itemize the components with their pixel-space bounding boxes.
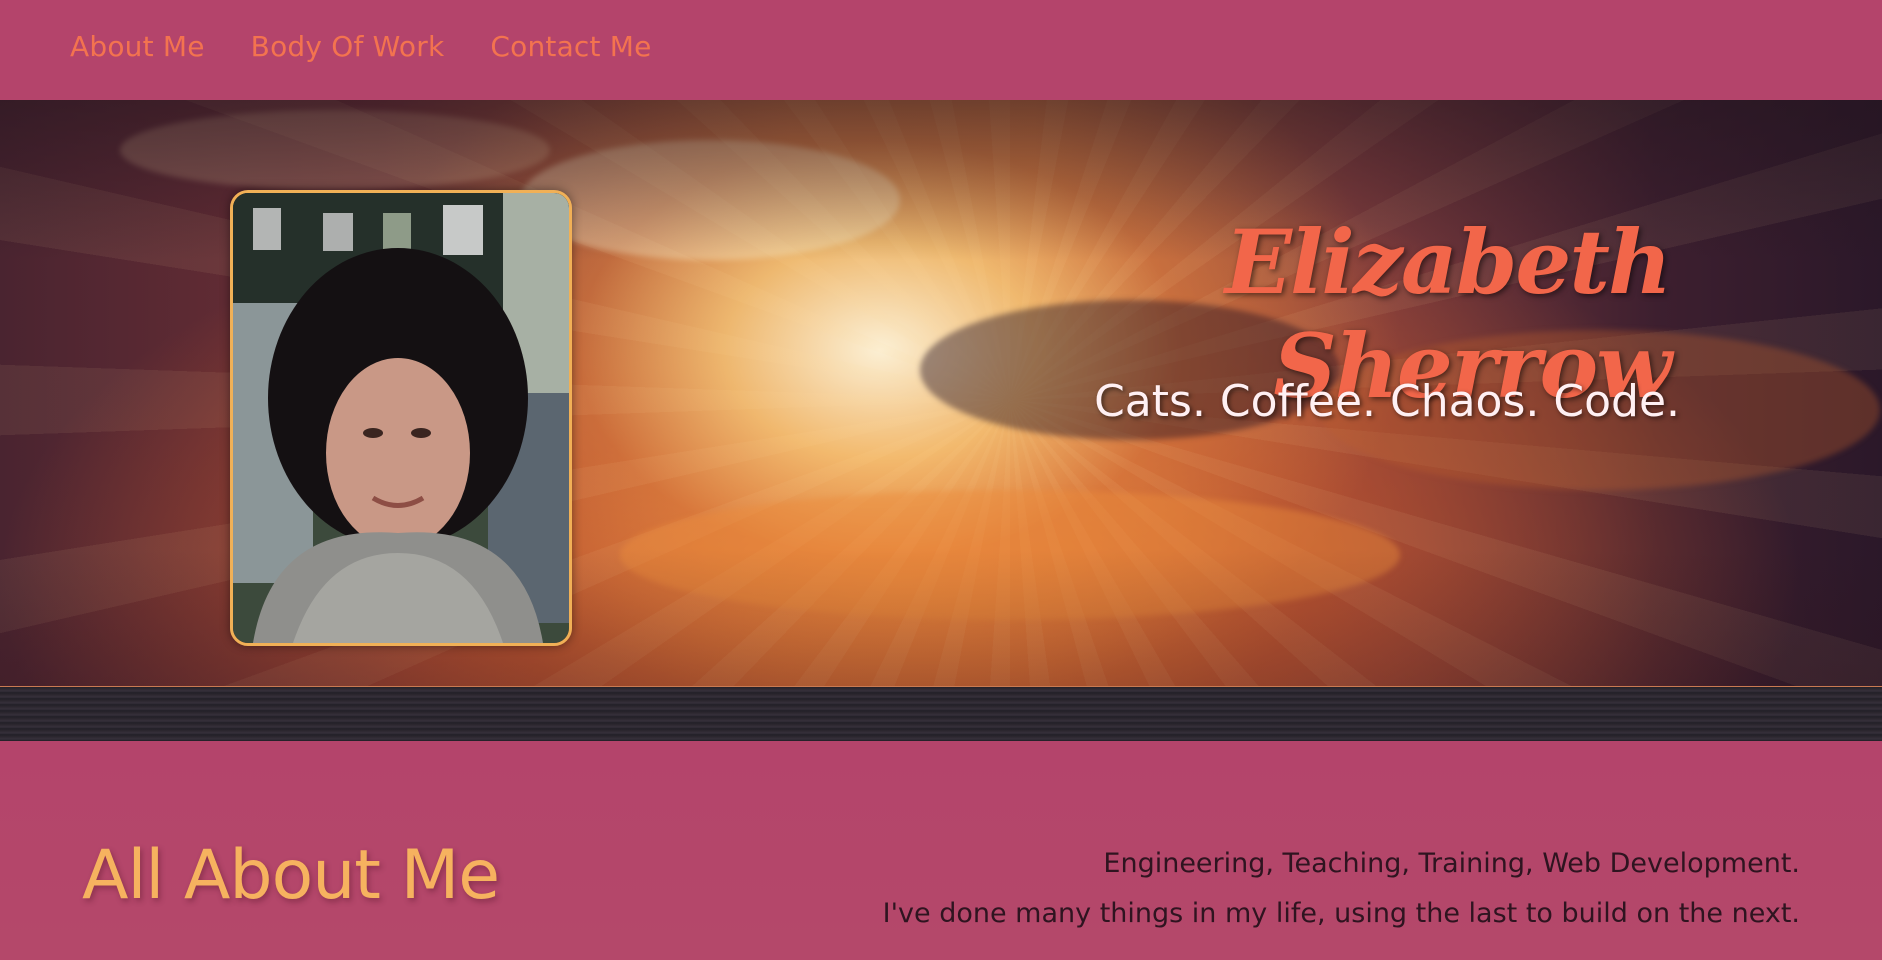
hero-tagline: Cats. Coffee. Chaos. Code. xyxy=(1094,376,1680,427)
nav-item-about: About Me xyxy=(70,30,205,63)
about-description: Engineering, Teaching, Training, Web Dev… xyxy=(740,839,1800,939)
nav-link-about-me[interactable]: About Me xyxy=(70,30,205,63)
about-line-skills: Engineering, Teaching, Training, Web Dev… xyxy=(1103,848,1800,879)
sea-horizon-decoration xyxy=(0,686,1882,741)
about-line-summary: I've done many things in my life, using … xyxy=(882,898,1800,929)
profile-photo xyxy=(230,190,572,646)
nav-item-contact: Contact Me xyxy=(490,30,651,63)
portrait-illustration xyxy=(233,193,569,643)
nav-link-contact-me[interactable]: Contact Me xyxy=(490,30,651,63)
nav-list: About Me Body Of Work Contact Me xyxy=(70,30,652,63)
about-section: All About Me Engineering, Teaching, Trai… xyxy=(0,741,1882,960)
about-heading: All About Me xyxy=(82,836,500,915)
nav-item-work: Body Of Work xyxy=(251,30,445,63)
hero-banner: Elizabeth Sherrow Cats. Coffee. Chaos. C… xyxy=(0,100,1882,741)
nav-link-body-of-work[interactable]: Body Of Work xyxy=(251,30,445,63)
top-navigation: About Me Body Of Work Contact Me xyxy=(0,0,1882,100)
